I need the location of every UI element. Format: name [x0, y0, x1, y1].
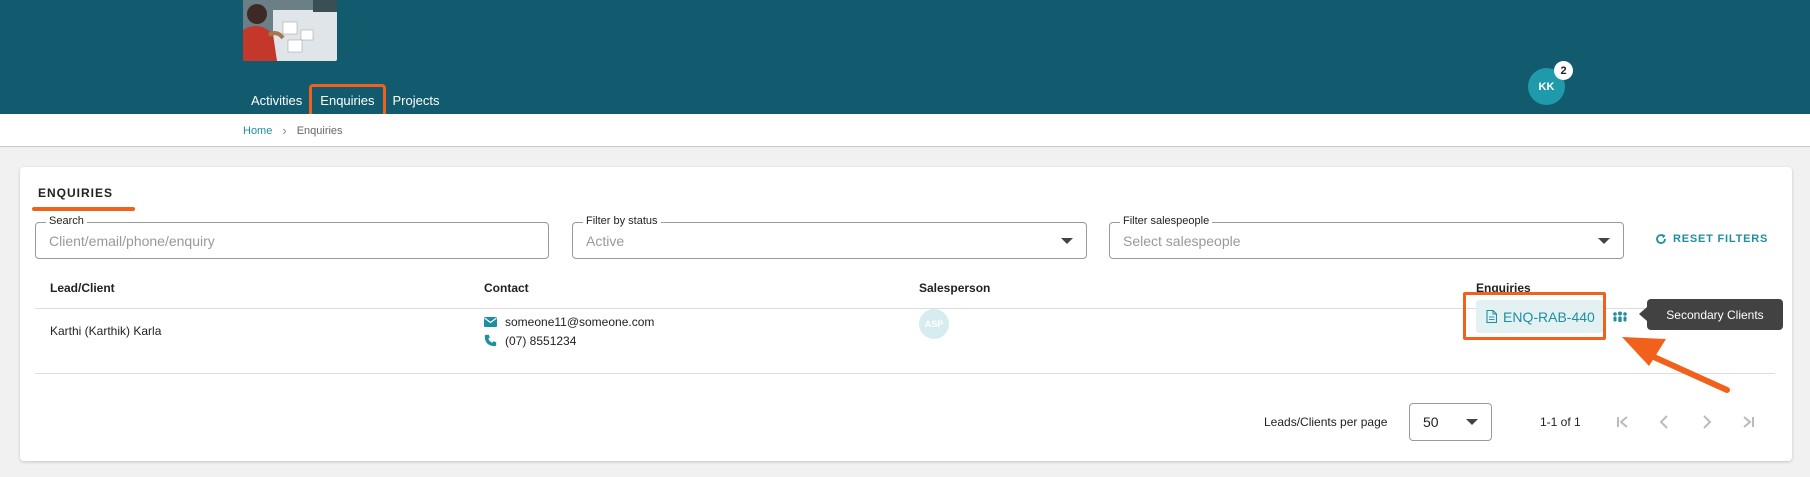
salespeople-filter-placeholder: Select salespeople — [1123, 233, 1241, 249]
page-title: ENQUIRIES — [38, 186, 114, 200]
enquiry-chip[interactable]: ENQ-RAB-440 — [1476, 300, 1603, 333]
contact-email[interactable]: someone11@someone.com — [505, 315, 654, 329]
tooltip-pointer — [1639, 307, 1647, 321]
per-page-label: Leads/Clients per page — [1264, 415, 1388, 429]
previous-page-icon[interactable] — [1654, 412, 1674, 432]
caret-down-icon — [1061, 238, 1073, 244]
document-icon — [1486, 310, 1497, 323]
search-placeholder: Client/email/phone/enquiry — [49, 233, 215, 249]
caret-down-icon — [1598, 238, 1610, 244]
status-filter-select[interactable]: Filter by status Active — [572, 215, 1087, 259]
client-name[interactable]: Karthi (Karthik) Karla — [50, 324, 161, 338]
refresh-icon — [1656, 234, 1666, 244]
search-input[interactable]: Search Client/email/phone/enquiry — [35, 215, 549, 259]
enquiry-number: ENQ-RAB-440 — [1503, 308, 1595, 325]
search-label: Search — [46, 215, 87, 227]
secondary-clients-icon[interactable] — [1612, 309, 1628, 325]
header-banner-image — [243, 0, 337, 61]
status-filter-label: Filter by status — [583, 215, 661, 227]
column-header-lead-client[interactable]: Lead/Client — [50, 281, 115, 295]
breadcrumb-bar: Home › Enquiries — [0, 114, 1810, 147]
nav-enquiries[interactable]: Enquiries — [309, 83, 386, 117]
column-header-contact[interactable]: Contact — [484, 281, 529, 295]
breadcrumb-home[interactable]: Home — [243, 125, 272, 137]
title-highlight — [32, 207, 135, 211]
nav-activities[interactable]: Activities — [243, 87, 310, 114]
contact-cell: someone11@someone.com (07) 8551234 — [484, 312, 654, 350]
first-page-icon[interactable] — [1612, 412, 1632, 432]
status-filter-value: Active — [586, 233, 625, 249]
phone-icon — [484, 334, 497, 347]
email-icon — [484, 316, 497, 327]
column-header-salesperson[interactable]: Salesperson — [919, 281, 990, 295]
row-divider — [35, 373, 1775, 374]
reset-filters-button[interactable]: RESET FILTERS — [1655, 233, 1768, 245]
salespeople-filter-label: Filter salespeople — [1120, 215, 1213, 227]
notification-badge: 2 — [1554, 61, 1573, 80]
chevron-right-icon: › — [282, 123, 287, 138]
enquiries-card: ENQUIRIES Search Client/email/phone/enqu… — [20, 167, 1792, 461]
nav-projects[interactable]: Projects — [385, 87, 448, 114]
reset-filters-label: RESET FILTERS — [1673, 233, 1769, 245]
pagination-range: 1-1 of 1 — [1540, 415, 1581, 429]
caret-down-icon — [1466, 419, 1478, 425]
secondary-clients-tooltip: Secondary Clients — [1647, 299, 1783, 330]
main-nav: Activities Enquiries Projects — [243, 83, 449, 117]
per-page-select[interactable]: 50 — [1409, 403, 1492, 441]
breadcrumb-current: Enquiries — [296, 124, 343, 137]
last-page-icon[interactable] — [1739, 412, 1759, 432]
salesperson-avatar: ASP — [919, 309, 949, 339]
breadcrumb: Home › Enquiries — [243, 123, 343, 138]
next-page-icon[interactable] — [1697, 412, 1717, 432]
per-page-value: 50 — [1423, 414, 1439, 430]
contact-phone[interactable]: (07) 8551234 — [505, 334, 576, 348]
salespeople-filter-select[interactable]: Filter salespeople Select salespeople — [1109, 215, 1624, 259]
